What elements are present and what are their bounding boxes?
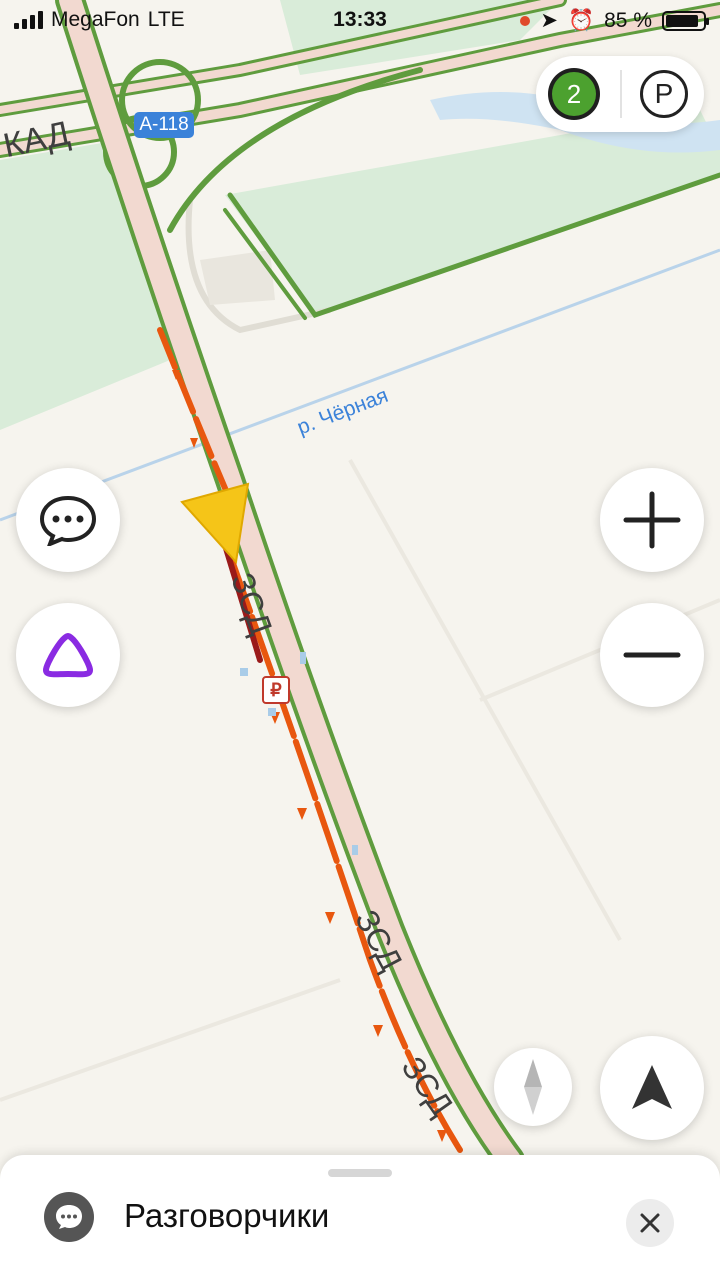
navigate-button[interactable] — [600, 1036, 704, 1140]
minus-icon — [623, 652, 681, 658]
alice-button[interactable] — [16, 603, 120, 707]
traffic-level: 2 — [552, 72, 596, 116]
zoom-out-button[interactable] — [600, 603, 704, 707]
sheet-handle[interactable] — [328, 1169, 392, 1177]
battery-icon — [662, 10, 709, 31]
close-button[interactable] — [626, 1199, 674, 1247]
chat-bubble-icon — [44, 1192, 94, 1242]
bottom-sheet[interactable]: Разговорчики — [0, 1155, 720, 1280]
status-bar: MegaFon LTE 13:33 ➤ ⏰ 85 % — [0, 0, 720, 40]
navigation-arrow-icon — [632, 1065, 672, 1109]
compass-button[interactable] — [494, 1048, 572, 1126]
battery-percent: 85 % — [604, 8, 652, 32]
alice-icon — [43, 633, 93, 678]
road-badge-a118: А-118 — [134, 112, 194, 138]
close-icon — [640, 1213, 660, 1233]
plus-icon — [623, 491, 681, 549]
sheet-title: Разговорчики — [124, 1197, 330, 1234]
chat-icon — [39, 495, 97, 546]
top-controls: 2 P — [536, 56, 704, 132]
recording-dot-icon — [520, 15, 531, 26]
chat-button[interactable] — [16, 468, 120, 572]
traffic-button[interactable]: 2 — [548, 68, 600, 120]
parking-icon[interactable]: P — [640, 70, 688, 118]
paid-road-marker[interactable]: ₽ — [262, 676, 290, 704]
compass-icon — [524, 1059, 542, 1115]
alarm-icon: ⏰ — [567, 8, 595, 32]
location-arrow-icon: ➤ — [540, 9, 558, 32]
divider — [620, 70, 622, 118]
zoom-in-button[interactable] — [600, 468, 704, 572]
